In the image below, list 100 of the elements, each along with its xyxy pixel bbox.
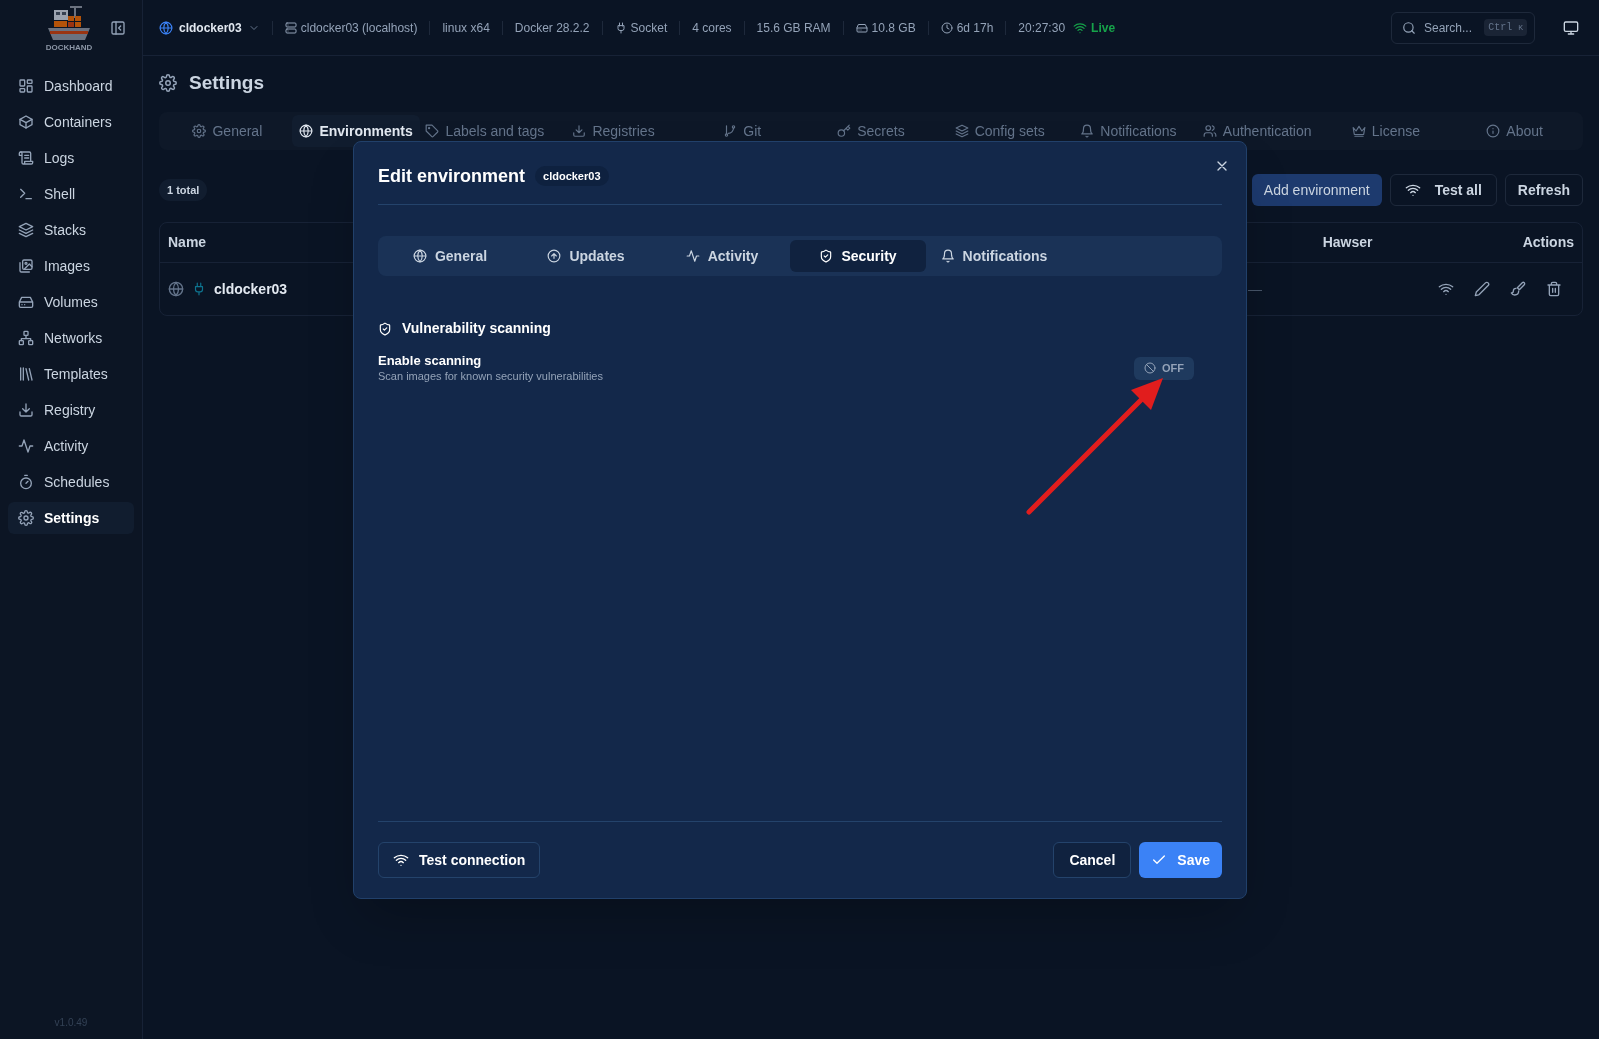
wifi-icon: [1404, 182, 1421, 198]
settings-icon: [18, 510, 34, 526]
info-text: linux x64: [442, 19, 490, 37]
setting-label: Enable scanning: [378, 353, 483, 369]
sidebar-item[interactable]: Networks: [8, 322, 134, 354]
dialog-tab[interactable]: Notifications: [926, 240, 1062, 272]
wifi-icon[interactable]: [1438, 281, 1454, 297]
sidebar-item[interactable]: Volumes: [8, 286, 134, 318]
refresh-button[interactable]: Refresh: [1504, 174, 1583, 206]
sidebar-item[interactable]: Activity: [8, 430, 134, 462]
info-text: 15.6 GB RAM: [756, 19, 831, 37]
save-button[interactable]: Save: [1139, 842, 1222, 878]
sidebar-item[interactable]: Containers: [8, 106, 134, 138]
collapse-sidebar-icon: [110, 20, 126, 36]
globe-icon: [159, 20, 173, 35]
dialog-title: Edit environment: [378, 164, 525, 188]
key-icon: [837, 124, 852, 138]
info-text: Docker 28.2.2: [514, 19, 590, 37]
terminal-icon: [18, 186, 34, 202]
sidebar-item[interactable]: Shell: [8, 178, 134, 210]
sidebar-item[interactable]: Schedules: [8, 466, 134, 498]
live-status: Live: [1091, 19, 1116, 37]
scroll-icon: [18, 150, 34, 166]
add-environment-button[interactable]: Add environment: [1251, 174, 1382, 206]
time-text: 20:27:30: [1018, 19, 1066, 37]
upload-circle-icon: [547, 249, 562, 263]
settings-tab[interactable]: Notifications: [1064, 115, 1193, 147]
search-icon: [1402, 20, 1416, 35]
info-icon: [1486, 124, 1501, 138]
delete-icon[interactable]: [1546, 281, 1562, 297]
sidebar-item[interactable]: Images: [8, 250, 134, 282]
branch-icon: [723, 124, 738, 138]
sidebar-item[interactable]: Registry: [8, 394, 134, 426]
scanning-toggle[interactable]: OFF: [1134, 356, 1194, 380]
crown-icon: [1351, 124, 1366, 138]
bell-icon: [1080, 124, 1095, 138]
settings-tab[interactable]: General: [163, 115, 292, 147]
brush-icon[interactable]: [1510, 281, 1526, 297]
info-text: Socket: [630, 19, 668, 37]
logo-text: DOCKHAND: [45, 44, 93, 52]
dialog-tab[interactable]: Updates: [518, 240, 654, 272]
settings-tab[interactable]: License: [1321, 115, 1451, 147]
pulse-icon: [685, 249, 700, 263]
settings-tab[interactable]: Registries: [549, 115, 678, 147]
disabled-icon: [1144, 362, 1156, 374]
environment-badge: cldocker03: [535, 165, 609, 187]
plug-icon: [614, 21, 627, 34]
monitor-icon: [1563, 19, 1579, 36]
settings-tab[interactable]: Labels and tags: [420, 115, 550, 147]
dashboard-icon: [18, 78, 34, 94]
tag-icon: [425, 124, 440, 138]
settings-tab[interactable]: Authentication: [1192, 115, 1322, 147]
cancel-button[interactable]: Cancel: [1053, 842, 1132, 878]
settings-icon: [159, 74, 177, 92]
info-text: cldocker03 (localhost): [300, 19, 418, 37]
column-header: Name: [168, 233, 208, 252]
dialog-tab[interactable]: Security: [790, 240, 926, 272]
page-title: Settings: [189, 70, 264, 95]
shortcut-key: Ctrl K: [1484, 18, 1527, 36]
wifi-icon: [393, 852, 409, 868]
drive-icon: [855, 21, 868, 34]
images-icon: [18, 258, 34, 274]
settings-tab[interactable]: About: [1450, 115, 1579, 147]
settings-tab[interactable]: Environments: [291, 115, 421, 147]
sidebar-item[interactable]: Dashboard: [8, 70, 134, 102]
test-connection-button[interactable]: Test connection: [378, 842, 541, 878]
edit-icon[interactable]: [1474, 281, 1490, 297]
dialog-tab[interactable]: General: [382, 240, 518, 272]
info-text: 10.8 GB: [871, 19, 916, 37]
download-icon: [18, 402, 34, 418]
hawser-cell-text: —: [1247, 279, 1263, 299]
clock-icon: [940, 21, 953, 34]
globe-icon: [299, 124, 314, 138]
setting-description: Scan images for known security vulnerabilities: [378, 369, 604, 383]
info-text: 6d 17h: [956, 19, 994, 37]
sidebar-item[interactable]: Settings: [8, 502, 134, 534]
environment-selector[interactable]: cldocker03: [159, 18, 260, 37]
settings-tab[interactable]: Secrets: [806, 115, 936, 147]
settings-tab[interactable]: Config sets: [935, 115, 1065, 147]
settings-tab[interactable]: Git: [677, 115, 807, 147]
shield-check-icon: [819, 249, 834, 263]
section-heading: Vulnerability scanning: [402, 319, 551, 338]
sidebar-item[interactable]: Stacks: [8, 214, 134, 246]
test-all-button[interactable]: Test all: [1389, 174, 1497, 206]
column-header: Hawser: [1322, 233, 1374, 252]
shield-check-icon: [378, 321, 392, 336]
column-header: Actions: [1522, 233, 1574, 252]
timer-icon: [18, 474, 34, 490]
dialog-tab[interactable]: Activity: [654, 240, 790, 272]
pulse-icon: [18, 438, 34, 454]
plug-icon: [192, 282, 206, 296]
settings-icon: [192, 124, 207, 138]
cube-icon: [18, 114, 34, 130]
bell-icon: [940, 249, 955, 263]
info-text: 4 cores: [692, 19, 732, 37]
display-button[interactable]: [1563, 19, 1579, 36]
sidebar-item[interactable]: Logs: [8, 142, 134, 174]
users-icon: [1202, 124, 1217, 138]
sidebar-item[interactable]: Templates: [8, 358, 134, 390]
layers-icon: [954, 124, 969, 138]
